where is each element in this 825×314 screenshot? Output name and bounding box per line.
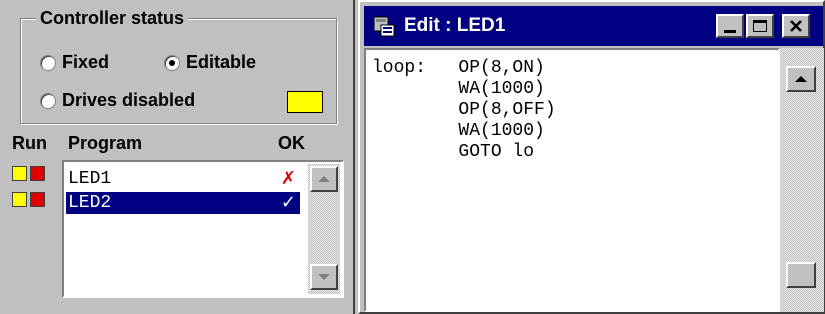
- arrow-up-icon: [318, 176, 330, 182]
- arrow-up-icon: [795, 76, 807, 82]
- radio-editable-label: Editable: [186, 52, 257, 72]
- controller-status-title: Controller status: [36, 8, 189, 29]
- scroll-thumb[interactable]: [786, 262, 816, 288]
- program-row-led2[interactable]: LED2 ✓: [66, 192, 300, 214]
- minimize-button[interactable]: [716, 14, 744, 38]
- close-button[interactable]: [782, 14, 810, 38]
- edit-window-title: Edit : LED1: [404, 15, 506, 36]
- program-header: Program: [68, 133, 143, 153]
- radio-editable[interactable]: Editable: [164, 52, 256, 73]
- close-icon: [790, 20, 802, 32]
- run-indicator-red: [30, 192, 45, 207]
- code-editor-scrollbar[interactable]: [780, 48, 824, 312]
- radio-fixed[interactable]: Fixed: [40, 52, 109, 73]
- status-indicator-light: [287, 91, 323, 113]
- code-text[interactable]: loop: OP(8,ON) WA(1000) OP(8,OFF) WA(100…: [372, 58, 556, 163]
- radio-fixed-label: Fixed: [62, 52, 110, 72]
- error-x-icon: ✗: [280, 168, 296, 189]
- run-indicator-yellow: [12, 192, 27, 207]
- edit-window-title-bar[interactable]: Edit : LED1: [364, 6, 823, 46]
- radio-fixed-dot[interactable]: [40, 54, 56, 71]
- program-name: LED2: [68, 193, 112, 213]
- maximize-icon: [753, 20, 767, 32]
- controller-panel: Controller status Fixed Editable Drives …: [0, 0, 355, 314]
- program-file-icon: [373, 16, 395, 37]
- code-editor[interactable]: loop: OP(8,ON) WA(1000) OP(8,OFF) WA(100…: [364, 48, 780, 312]
- minimize-icon: [724, 30, 736, 33]
- program-list-scrollbar[interactable]: [308, 164, 340, 294]
- scroll-down-button[interactable]: [310, 264, 338, 290]
- program-list[interactable]: LED1 ✗ LED2 ✓: [62, 160, 344, 298]
- ok-check-icon: ✓: [280, 192, 296, 213]
- arrow-down-icon: [318, 274, 330, 280]
- radio-editable-dot[interactable]: [164, 54, 180, 71]
- radio-drives-disabled-dot[interactable]: [40, 92, 56, 109]
- scroll-up-button[interactable]: [786, 66, 816, 92]
- program-row-led1[interactable]: LED1 ✗: [66, 168, 300, 190]
- radio-drives-disabled-label: Drives disabled: [62, 90, 196, 110]
- scroll-up-button[interactable]: [310, 166, 338, 192]
- run-indicator-yellow: [12, 166, 27, 181]
- run-indicator-red: [30, 166, 45, 181]
- run-header: Run: [12, 133, 47, 153]
- maximize-button[interactable]: [746, 14, 774, 38]
- ok-header: OK: [278, 133, 305, 153]
- program-name: LED1: [68, 169, 112, 189]
- radio-drives-disabled[interactable]: Drives disabled: [40, 90, 195, 111]
- edit-window: Edit : LED1 loop: OP(8,ON) WA(1000) OP(8…: [358, 0, 825, 314]
